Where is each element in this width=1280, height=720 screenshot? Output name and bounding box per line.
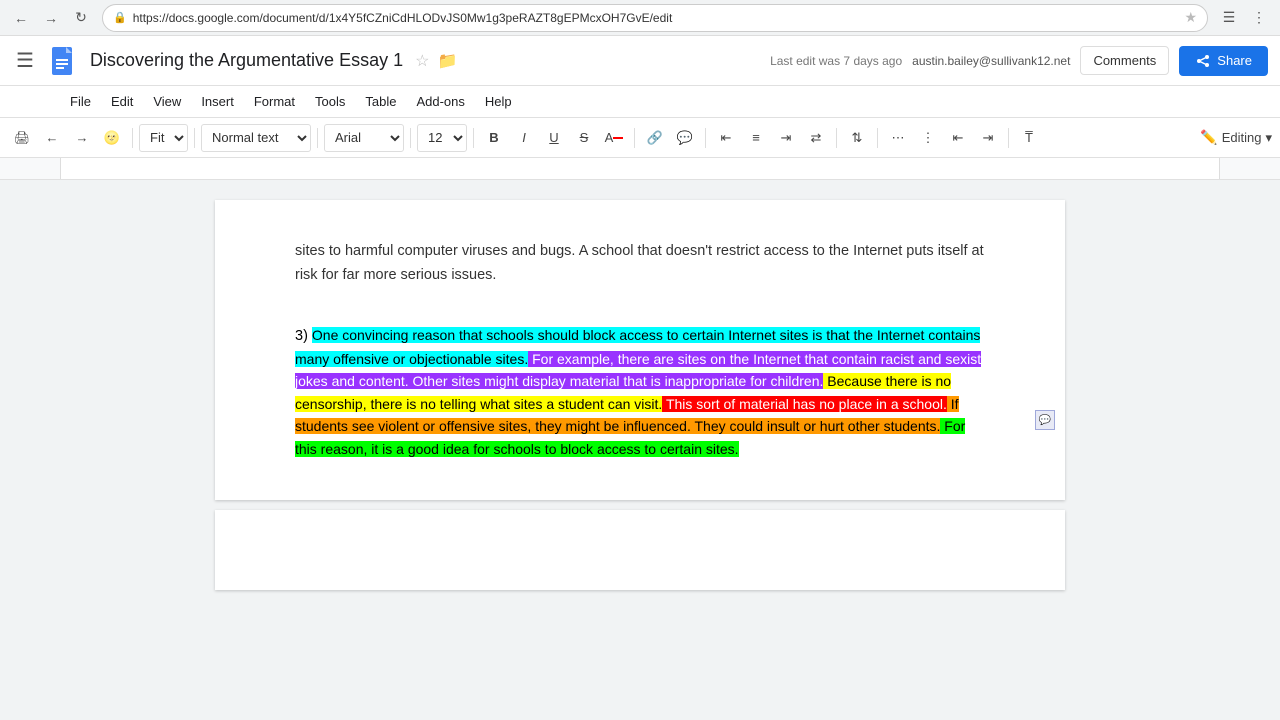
bulleted-list-button[interactable]: ⋮ (914, 123, 942, 153)
toolbar: 🖨 ← → 🌝 Fit Normal text Arial 12 B I U S… (0, 118, 1280, 158)
separator-2 (194, 128, 195, 148)
user-email: austin.bailey@sullivank12.net (912, 54, 1070, 68)
doc-title: Discovering the Argumentative Essay 1 (90, 50, 403, 71)
separator-5 (473, 128, 474, 148)
ruler (0, 158, 1280, 180)
menu-button[interactable]: ⋮ (1246, 5, 1272, 31)
browser-bar: ← → ↻ 🔒 https://docs.google.com/document… (0, 0, 1280, 36)
italic-button[interactable]: I (510, 123, 538, 153)
comments-button[interactable]: Comments (1080, 46, 1169, 75)
comment-sidebar-icon: 💬 (1035, 410, 1055, 430)
menu-file[interactable]: File (60, 90, 101, 113)
ruler-inner (60, 158, 1220, 179)
doc-page-1: sites to harmful computer viruses and bu… (215, 200, 1065, 500)
docs-logo (46, 45, 78, 77)
redo-button[interactable]: → (68, 123, 96, 153)
line-spacing-button[interactable]: ⇅ (843, 123, 871, 153)
text-color-button[interactable]: A (600, 123, 628, 153)
align-right-button[interactable]: ⇥ (772, 123, 800, 153)
menu-table[interactable]: Table (355, 90, 406, 113)
justify-button[interactable]: ⇄ (802, 123, 830, 153)
secure-icon: 🔒 (113, 11, 127, 24)
editing-group: ✏️ Editing ▾ (1200, 129, 1272, 146)
menu-tools[interactable]: Tools (305, 90, 355, 113)
zoom-select[interactable]: Fit (139, 124, 188, 152)
numbered-list-button[interactable]: ⋯ (884, 123, 912, 153)
menu-edit[interactable]: Edit (101, 90, 143, 113)
text-style-select[interactable]: Normal text (201, 124, 311, 152)
clear-formatting-button[interactable]: T̅ (1015, 123, 1043, 153)
menu-help[interactable]: Help (475, 90, 522, 113)
separator-9 (877, 128, 878, 148)
hamburger-icon[interactable]: ☰ (12, 44, 38, 77)
separator-1 (132, 128, 133, 148)
separator-3 (317, 128, 318, 148)
bold-button[interactable]: B (480, 123, 508, 153)
menu-format[interactable]: Format (244, 90, 305, 113)
separator-6 (634, 128, 635, 148)
pencil-icon: ✏️ (1200, 129, 1217, 146)
link-button[interactable]: 🔗 (641, 123, 669, 153)
editing-chevron[interactable]: ▾ (1265, 130, 1272, 146)
bookmark-icon[interactable]: ★ (1184, 9, 1197, 26)
address-bar[interactable]: 🔒 https://docs.google.com/document/d/1x4… (102, 4, 1208, 32)
menu-bar: File Edit View Insert Format Tools Table… (0, 86, 1280, 118)
app-bar: ☰ Discovering the Argumentative Essay 1 … (0, 36, 1280, 86)
separator-4 (410, 128, 411, 148)
increase-indent-button[interactable]: ⇥ (974, 123, 1002, 153)
print-button[interactable]: 🖨 (8, 123, 36, 153)
font-select[interactable]: Arial (324, 124, 404, 152)
partial-top-text: sites to harmful computer viruses and bu… (295, 240, 985, 288)
menu-insert[interactable]: Insert (191, 90, 244, 113)
align-left-button[interactable]: ⇤ (712, 123, 740, 153)
browser-actions: ☰ ⋮ (1216, 5, 1272, 31)
forward-button[interactable]: → (38, 5, 64, 31)
paragraph-3: 3) One convincing reason that schools sh… (295, 324, 985, 460)
separator-10 (1008, 128, 1009, 148)
share-button[interactable]: Share (1179, 46, 1268, 76)
partial-top-content: sites to harmful computer viruses and bu… (295, 243, 984, 283)
star-icon[interactable]: ☆ (415, 51, 429, 71)
undo-button[interactable]: ← (38, 123, 66, 153)
segment-red: This sort of material has no place in a … (662, 396, 947, 412)
doc-area[interactable]: sites to harmful computer viruses and bu… (0, 180, 1280, 720)
separator-8 (836, 128, 837, 148)
editing-label: Editing (1222, 130, 1262, 145)
share-icon (1195, 53, 1211, 69)
url-text: https://docs.google.com/document/d/1x4Y5… (133, 11, 673, 25)
back-button[interactable]: ← (8, 5, 34, 31)
reload-button[interactable]: ↻ (68, 5, 94, 31)
share-label: Share (1217, 53, 1252, 68)
app-bar-right: Last edit was 7 days ago austin.bailey@s… (770, 46, 1268, 76)
paragraph-number: 3) (295, 328, 312, 344)
menu-view[interactable]: View (143, 90, 191, 113)
folder-icon[interactable]: 📁 (437, 51, 457, 71)
menu-addons[interactable]: Add-ons (406, 90, 474, 113)
extensions-button[interactable]: ☰ (1216, 5, 1242, 31)
align-center-button[interactable]: ≡ (742, 123, 770, 153)
font-size-select[interactable]: 12 (417, 124, 467, 152)
strikethrough-button[interactable]: S (570, 123, 598, 153)
doc-page-2 (215, 510, 1065, 590)
paint-format-button[interactable]: 🌝 (98, 123, 126, 153)
underline-button[interactable]: U (540, 123, 568, 153)
editing-indicator: ✏️ Editing ▾ (1200, 129, 1272, 146)
comment-button[interactable]: 💬 (671, 123, 699, 153)
decrease-indent-button[interactable]: ⇤ (944, 123, 972, 153)
separator-7 (705, 128, 706, 148)
last-edit-text: Last edit was 7 days ago (770, 54, 902, 68)
nav-buttons: ← → ↻ (8, 5, 94, 31)
